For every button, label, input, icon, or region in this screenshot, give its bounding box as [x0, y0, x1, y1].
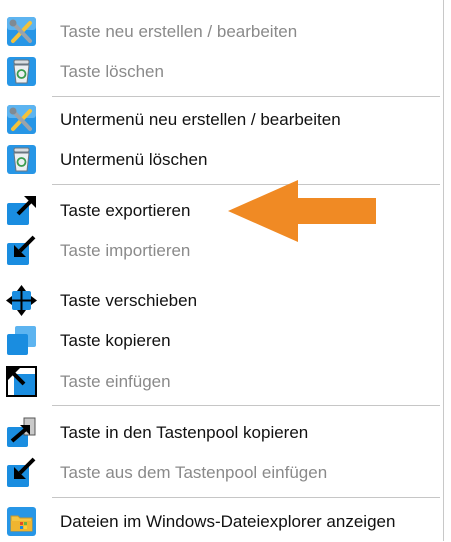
menu-item-label: Taste exportieren: [60, 201, 191, 220]
recycle-bin-icon: [6, 56, 37, 87]
tools-edit-icon: [6, 16, 37, 47]
menu-item-label: Taste importieren: [60, 241, 191, 260]
tools-edit-icon: [6, 104, 37, 135]
paste-from-pool-icon: [6, 457, 37, 488]
menu-item-paste-from-pool[interactable]: Taste aus dem Tastenpool einfügen: [0, 453, 443, 493]
menu-item-create-edit-key[interactable]: Taste neu erstellen / bearbeiten: [0, 12, 443, 52]
paste-arrow-icon: [6, 366, 37, 397]
copy-to-pool-icon: [6, 417, 37, 448]
menu-separator: [52, 405, 440, 406]
menu-item-copy-to-pool[interactable]: Taste in den Tastenpool kopieren: [0, 413, 443, 453]
menu-item-label: Untermenü neu erstellen / bearbeiten: [60, 110, 341, 129]
context-menu: Taste neu erstellen / bearbeiten Taste l…: [0, 0, 444, 541]
menu-item-label: Taste aus dem Tastenpool einfügen: [60, 463, 328, 482]
menu-separator: [52, 96, 440, 97]
menu-item-delete-key[interactable]: Taste löschen: [0, 52, 443, 92]
recycle-bin-icon: [6, 144, 37, 175]
callout-arrow: [228, 180, 376, 242]
menu-item-import-key[interactable]: Taste importieren: [0, 231, 443, 271]
menu-item-label: Taste kopieren: [60, 331, 171, 350]
menu-item-show-in-explorer[interactable]: Dateien im Windows-Dateiexplorer anzeige…: [0, 502, 443, 542]
menu-item-paste-key[interactable]: Taste einfügen: [0, 362, 443, 402]
menu-item-move-key[interactable]: Taste verschieben: [0, 281, 443, 321]
copy-squares-icon: [6, 325, 37, 356]
menu-separator: [52, 497, 440, 498]
menu-item-label: Untermenü löschen: [60, 150, 208, 169]
menu-item-export-key[interactable]: Taste exportieren: [0, 191, 443, 231]
menu-item-copy-key[interactable]: Taste kopieren: [0, 321, 443, 361]
menu-item-label: Dateien im Windows-Dateiexplorer anzeige…: [60, 512, 396, 531]
menu-item-create-edit-submenu[interactable]: Untermenü neu erstellen / bearbeiten: [0, 100, 443, 140]
file-explorer-icon: [6, 506, 37, 537]
menu-item-label: Taste verschieben: [60, 291, 198, 310]
menu-item-label: Taste neu erstellen / bearbeiten: [60, 22, 298, 41]
menu-item-label: Taste löschen: [60, 62, 164, 81]
import-arrow-icon: [6, 235, 37, 266]
menu-item-label: Taste in den Tastenpool kopieren: [60, 423, 309, 442]
move-arrows-icon: [6, 285, 37, 316]
export-arrow-icon: [6, 195, 37, 226]
menu-item-delete-submenu[interactable]: Untermenü löschen: [0, 140, 443, 180]
menu-item-label: Taste einfügen: [60, 372, 171, 391]
